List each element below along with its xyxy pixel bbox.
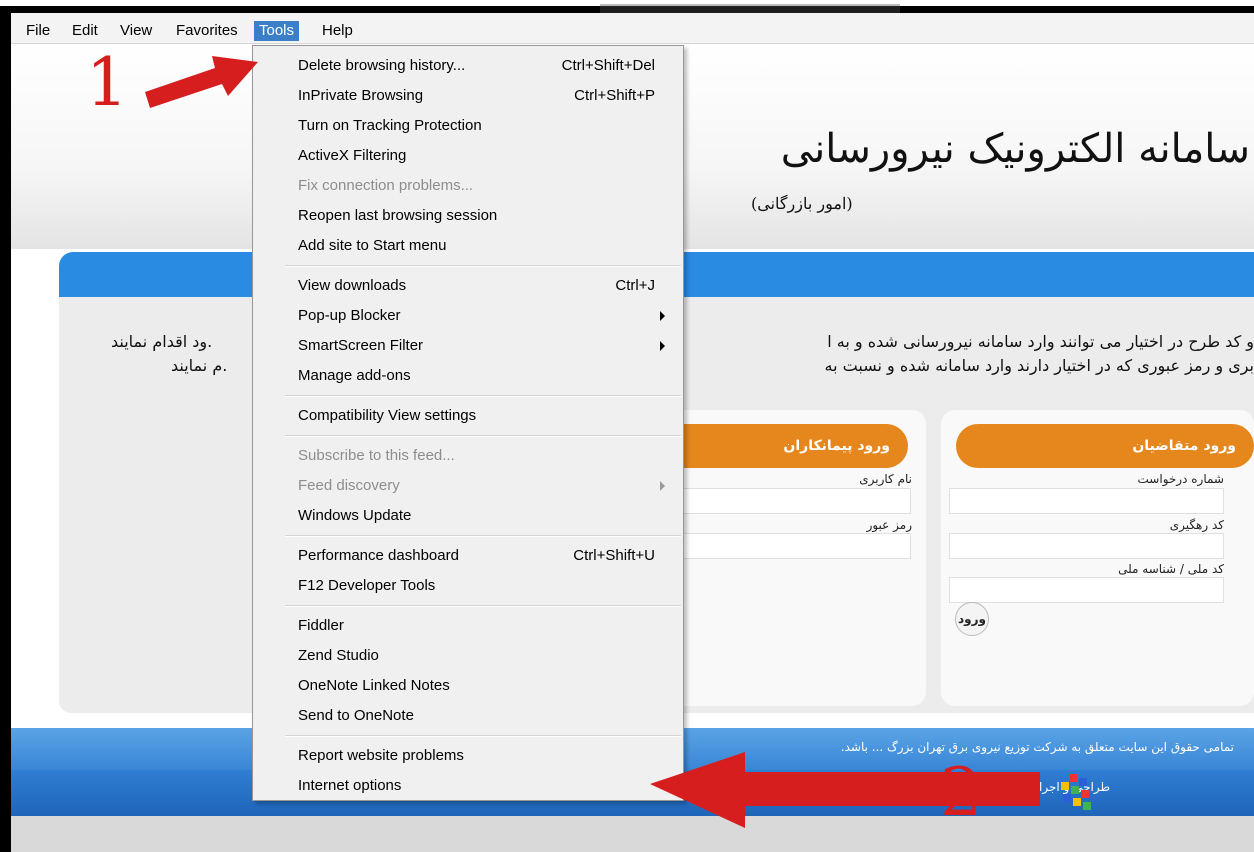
annotation-step-1: 1 [86, 44, 128, 121]
site-subtitle: (امور بازرگانی) [751, 194, 853, 213]
menu-item-internet-options[interactable]: Internet options [253, 771, 683, 801]
submenu-arrow-icon [660, 481, 665, 491]
window-top-frame [0, 0, 1254, 13]
menu-separator [285, 395, 681, 397]
menu-item-delete-browsing-history[interactable]: Delete browsing history... Ctrl+Shift+Del [253, 51, 683, 81]
menu-item-turn-on-tracking-protection[interactable]: Turn on Tracking Protection [253, 111, 683, 141]
annotation-step-2: 2 [940, 754, 982, 831]
menu-view[interactable]: View [120, 21, 152, 41]
menu-tools[interactable]: Tools [254, 21, 300, 41]
tools-menu: Delete browsing history... Ctrl+Shift+Del… [252, 45, 684, 801]
menu-item-label: Report website problems [298, 747, 464, 764]
request-number-input[interactable] [949, 488, 1224, 514]
menu-item-label: Delete browsing history... [298, 57, 466, 74]
window-left-frame [0, 13, 11, 852]
menu-item-label: Windows Update [298, 507, 412, 524]
menu-item-shortcut: Ctrl+Shift+P [574, 87, 655, 104]
menu-item-label: Feed discovery [298, 477, 400, 494]
menu-item-activex-filtering[interactable]: ActiveX Filtering [253, 141, 683, 171]
national-id-input[interactable] [949, 577, 1224, 603]
menu-item-label: Fix connection problems... [298, 177, 474, 194]
tracking-code-label: کد رهگیری [1169, 518, 1224, 532]
intro-right-line1: و کد طرح در اختیار می توانند وارد سامانه… [827, 332, 1254, 351]
menu-separator [285, 735, 681, 737]
site-title: سامانه الکترونیک نیرورسانی [780, 126, 1250, 172]
menu-item-label: Zend Studio [298, 647, 379, 664]
menu-item-fiddler[interactable]: Fiddler [253, 611, 683, 641]
menu-item-label: Compatibility View settings [298, 407, 477, 424]
menu-bar: File Edit View Favorites Tools Help [11, 13, 1254, 44]
applicant-login-panel: ورود متقاضیان شماره درخواست کد رهگیری کد… [941, 410, 1254, 706]
intro-left-line1: ود اقدام نمایند. [111, 332, 213, 351]
menu-item-label: ActiveX Filtering [298, 147, 407, 164]
menu-separator [285, 535, 681, 537]
menu-item-label: Fiddler [298, 617, 344, 634]
menu-item-view-downloads[interactable]: View downloads Ctrl+J [253, 271, 683, 301]
menu-item-label: Turn on Tracking Protection [298, 117, 482, 134]
menu-edit[interactable]: Edit [72, 21, 98, 41]
menu-item-performance-dashboard[interactable]: Performance dashboard Ctrl+Shift+U [253, 541, 683, 571]
menu-item-label: Internet options [298, 777, 402, 794]
menu-item-label: OneNote Linked Notes [298, 677, 450, 694]
menu-item-manage-add-ons[interactable]: Manage add-ons [253, 361, 683, 391]
menu-item-subscribe-to-this-feed[interactable]: Subscribe to this feed... [253, 441, 683, 471]
footer-strip [11, 816, 1254, 852]
tracking-code-input[interactable] [949, 533, 1224, 559]
menu-file[interactable]: File [26, 21, 50, 41]
username-label: نام کاربری [859, 472, 912, 486]
menu-item-label: Pop-up Blocker [298, 307, 401, 324]
menu-item-add-site-to-start-menu[interactable]: Add site to Start menu [253, 231, 683, 261]
menu-favorites[interactable]: Favorites [176, 21, 238, 41]
menu-item-fix-connection-problems[interactable]: Fix connection problems... [253, 171, 683, 201]
menu-item-pop-up-blocker[interactable]: Pop-up Blocker [253, 301, 683, 331]
menu-separator [285, 435, 681, 437]
menu-item-feed-discovery[interactable]: Feed discovery [253, 471, 683, 501]
menu-help[interactable]: Help [322, 21, 353, 41]
menu-item-label: F12 Developer Tools [298, 577, 436, 594]
menu-item-onenote-linked-notes[interactable]: OneNote Linked Notes [253, 671, 683, 701]
menu-item-zend-studio[interactable]: Zend Studio [253, 641, 683, 671]
applicant-login-title: ورود متقاضیان [956, 424, 1254, 468]
intro-left-line2: م نمایند. [171, 356, 228, 375]
menu-item-shortcut: Ctrl+J [615, 277, 655, 294]
intro-right-line2: بری و رمز عبوری که در اختیار دارند وارد … [824, 356, 1254, 375]
browser-tab-strip[interactable] [600, 4, 900, 13]
applicant-login-button[interactable]: ورود [955, 602, 989, 636]
menu-item-label: Subscribe to this feed... [298, 447, 455, 464]
menu-item-label: View downloads [298, 277, 407, 294]
designer-logo-icon [1051, 770, 1097, 816]
menu-separator [285, 605, 681, 607]
menu-item-reopen-last-browsing-session[interactable]: Reopen last browsing session [253, 201, 683, 231]
password-label: رمز عبور [866, 518, 912, 532]
menu-item-label: Manage add-ons [298, 367, 411, 384]
menu-item-shortcut: Ctrl+Shift+Del [561, 57, 655, 74]
menu-item-label: InPrivate Browsing [298, 87, 424, 104]
menu-item-label: SmartScreen Filter [298, 337, 424, 354]
menu-item-smartscreen-filter[interactable]: SmartScreen Filter [253, 331, 683, 361]
menu-item-windows-update[interactable]: Windows Update [253, 501, 683, 531]
menu-item-f12-developer-tools[interactable]: F12 Developer Tools [253, 571, 683, 601]
menu-separator [285, 265, 681, 267]
menu-item-compatibility-view-settings[interactable]: Compatibility View settings [253, 401, 683, 431]
menu-item-label: Add site to Start menu [298, 237, 447, 254]
national-id-label: کد ملی / شناسه ملی [1118, 562, 1224, 576]
submenu-arrow-icon [660, 341, 665, 351]
footer-copyright: تمامی حقوق این سایت متعلق به شرکت توزیع … [840, 740, 1234, 754]
request-number-label: شماره درخواست [1137, 472, 1224, 486]
menu-item-send-to-onenote[interactable]: Send to OneNote [253, 701, 683, 731]
submenu-arrow-icon [660, 311, 665, 321]
menu-item-label: Send to OneNote [298, 707, 414, 724]
menu-item-report-website-problems[interactable]: Report website problems [253, 741, 683, 771]
menu-item-shortcut: Ctrl+Shift+U [573, 547, 655, 564]
menu-item-label: Performance dashboard [298, 547, 459, 564]
menu-item-inprivate-browsing[interactable]: InPrivate Browsing Ctrl+Shift+P [253, 81, 683, 111]
menu-item-label: Reopen last browsing session [298, 207, 498, 224]
